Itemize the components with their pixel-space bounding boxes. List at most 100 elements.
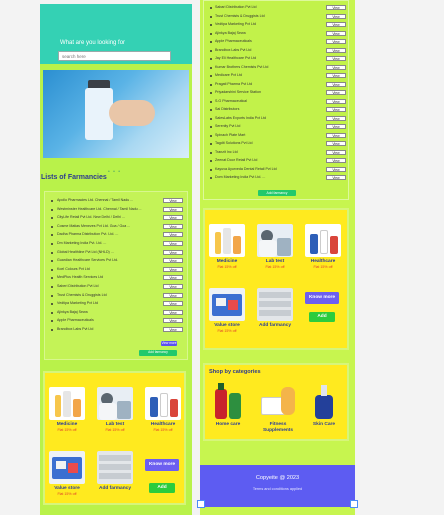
list-item: Trust Chemists & Druggists Ltd View	[51, 292, 183, 302]
category-name: Healthcare	[310, 259, 336, 264]
view-button[interactable]: View	[163, 318, 183, 324]
view-button[interactable]: View	[326, 175, 346, 180]
bullet-icon	[210, 15, 212, 18]
view-button[interactable]: View	[326, 81, 346, 87]
view-button[interactable]: View	[326, 132, 346, 138]
carousel-dots[interactable]: • • •	[108, 169, 121, 175]
category-healthcare[interactable]: Healthcare Flat 15% off	[145, 387, 181, 432]
category-offer: Flat 15% off	[217, 328, 237, 333]
category-value-store[interactable]: Value store Flat 15% off	[209, 288, 245, 333]
view-button[interactable]: View	[163, 301, 183, 307]
view-more-button[interactable]: View more	[161, 341, 177, 346]
list-item: Dadha Pharma Distribution Pvt. Ltd. ... V…	[51, 232, 183, 241]
view-button[interactable]: View	[326, 47, 346, 53]
list-item: S.G Pharmaceutical View	[210, 98, 346, 108]
view-button[interactable]: View	[163, 292, 183, 298]
view-button[interactable]: View	[163, 223, 183, 229]
view-button[interactable]: View	[326, 107, 346, 112]
list-item: Ajinkya Bajaj Sewa View	[51, 309, 183, 319]
bullet-icon	[210, 134, 212, 137]
view-button[interactable]: View	[326, 90, 346, 95]
shop-item-skin-care[interactable]: Skin Care	[305, 381, 343, 428]
view-button[interactable]: View	[163, 206, 183, 212]
view-button[interactable]: View	[163, 266, 183, 272]
view-button[interactable]: View	[326, 124, 346, 129]
view-button[interactable]: View	[326, 98, 346, 104]
pharmacy-name: Pragati Pharma Pvt Ltd	[215, 81, 253, 86]
bullet-icon	[210, 109, 212, 111]
view-button[interactable]: View	[326, 64, 346, 70]
category-medicine[interactable]: Medicine Flat 15% off	[209, 224, 245, 269]
view-button[interactable]: View	[326, 141, 346, 146]
view-button[interactable]: View	[163, 309, 183, 315]
view-button[interactable]: View	[163, 327, 183, 332]
view-button[interactable]: View	[163, 232, 183, 238]
view-button[interactable]: View	[163, 284, 183, 289]
shop-item-name: Skin Care	[312, 422, 336, 427]
home-care-image	[209, 381, 247, 421]
shop-by-categories: Shop by categories Home care Fitness Sup…	[203, 363, 349, 441]
pharmacy-name: Serenity Pvt Ltd	[215, 124, 241, 128]
view-button[interactable]: View	[326, 149, 346, 155]
category-offer: Flat 15% off	[313, 264, 333, 269]
category-medicine[interactable]: Medicine Flat 15% off	[49, 387, 85, 432]
view-button[interactable]: View	[326, 73, 346, 78]
terms-link[interactable]: Terms and conditions applied	[200, 487, 355, 491]
bullet-icon	[51, 311, 53, 314]
canvas: What are you looking for • • • Lists of …	[0, 0, 444, 515]
view-button[interactable]: View	[163, 198, 183, 203]
pharmacy-name: Vedtipa Marketing Pvt Ltd	[57, 301, 98, 306]
bullet-icon	[51, 277, 53, 280]
view-button[interactable]: View	[326, 39, 346, 44]
add-button[interactable]: Add	[309, 312, 335, 322]
view-button[interactable]: View	[326, 158, 346, 163]
view-button[interactable]: View	[163, 215, 183, 221]
pharmacy-name: Spinach Plate Mart	[215, 132, 246, 137]
view-button[interactable]: View	[326, 5, 346, 10]
resize-handle-left[interactable]	[197, 500, 205, 508]
view-button[interactable]: View	[163, 275, 183, 281]
view-button[interactable]: View	[326, 166, 346, 172]
category-add-farmancy[interactable]: Add farmancy	[97, 451, 133, 491]
category-lab-test[interactable]: Lab test Flat 15% off	[257, 224, 293, 269]
view-button[interactable]: View	[163, 258, 183, 264]
category-value-store[interactable]: Value store Flat 15% off	[49, 451, 85, 496]
list-item: Cosme Matias Menezes Pvt Ltd. Goa / Goa …	[51, 223, 183, 233]
list-item: Kayuva Ayurveda Dental Retail Pvt Ltd Vie…	[210, 166, 346, 176]
know-more-button[interactable]: Know more	[145, 459, 179, 471]
category-name: Value store	[214, 323, 240, 328]
category-lab-test[interactable]: Lab test Flat 15% off	[97, 387, 133, 432]
bullet-icon	[210, 117, 212, 120]
view-button[interactable]: View	[326, 56, 346, 61]
bullet-icon	[51, 303, 53, 306]
category-add-farmancy[interactable]: Add farmancy	[257, 288, 293, 328]
know-more-button[interactable]: Know more	[305, 292, 339, 304]
bullet-icon	[210, 75, 212, 77]
bullet-icon	[210, 160, 212, 162]
search-input[interactable]	[58, 51, 171, 61]
pharmacy-name: Brandbox Labs Pvt Ltd	[215, 47, 252, 52]
pharmacy-name: Westminster Healthcare Ltd. Chennai / Ta…	[57, 206, 142, 211]
add-farmancy-button[interactable]: Add farmancy	[139, 350, 177, 356]
add-button[interactable]: Add	[149, 483, 175, 493]
pharmacy-name: Kayuva Ayurveda Dental Retail Pvt Ltd	[215, 166, 277, 171]
shop-item-home-care[interactable]: Home care	[209, 381, 247, 428]
pharmacy-name: Tagdit Solutions Pvt Ltd	[215, 141, 253, 145]
view-button[interactable]: View	[326, 30, 346, 36]
bullet-icon	[210, 143, 212, 145]
view-button[interactable]: View	[163, 241, 183, 246]
view-button[interactable]: View	[163, 249, 183, 255]
view-button[interactable]: View	[326, 22, 346, 27]
category-name: Add farmancy	[259, 323, 291, 328]
copyright-text: Copyeite @ 2023	[255, 475, 300, 481]
add-farmancy-button[interactable]: Add farmancy	[258, 190, 296, 196]
category-offer: Flat 15% off	[57, 491, 77, 496]
category-healthcare[interactable]: Healthcare Flat 15% off	[305, 224, 341, 269]
resize-handle-right[interactable]	[350, 500, 358, 508]
view-button[interactable]: View	[326, 115, 346, 121]
view-button[interactable]: View	[326, 13, 346, 19]
gloved-hand	[109, 100, 155, 126]
list-item: Ajinkya Bajaj Sewa View	[210, 30, 346, 40]
shop-item-fitness-supplements[interactable]: Fitness Supplements	[259, 381, 297, 433]
pharmacy-name: Priyadarshini Service Station	[215, 90, 261, 94]
